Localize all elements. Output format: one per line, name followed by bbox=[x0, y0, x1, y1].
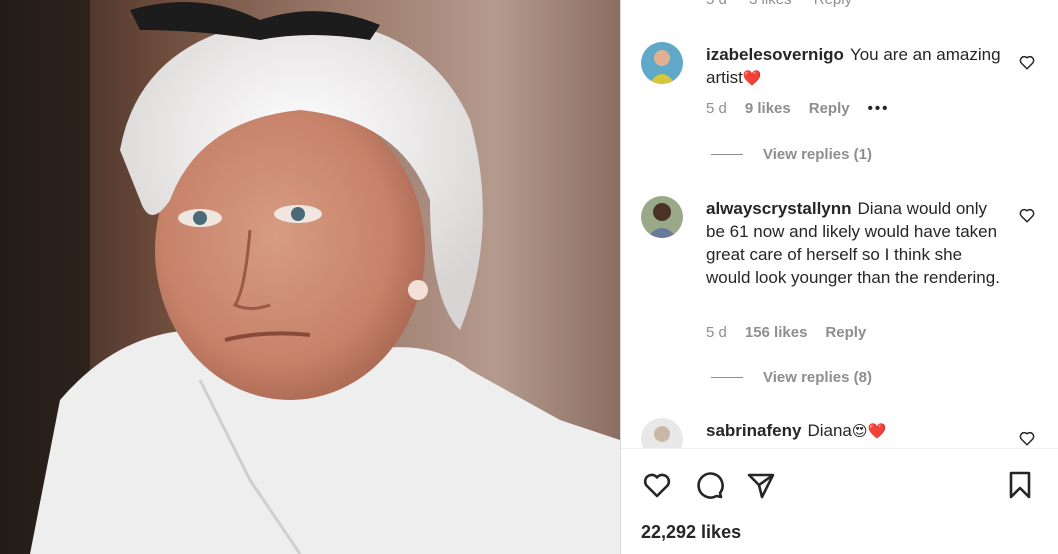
view-replies-button[interactable]: View replies (1) bbox=[711, 146, 872, 163]
comment-likes[interactable]: 3 likes bbox=[749, 0, 792, 8]
comments-list[interactable]: 5 d 3 likes Reply izabelesovernigoYou ar… bbox=[621, 0, 1058, 448]
comment-text: alwayscrystallynn Diana would only be 61 … bbox=[706, 197, 1006, 289]
reply-button[interactable]: Reply bbox=[809, 100, 850, 117]
comment-age: 5 d bbox=[706, 100, 727, 117]
comment-icon[interactable] bbox=[693, 469, 725, 501]
like-comment-heart-icon[interactable] bbox=[1018, 429, 1036, 447]
view-replies-label: View replies (1) bbox=[763, 146, 872, 163]
comment-meta: 5 d 9 likes Reply ••• bbox=[706, 100, 907, 117]
view-replies-label: View replies (8) bbox=[763, 369, 872, 386]
comment-username[interactable]: alwayscrystallynn bbox=[706, 199, 852, 218]
comment-age: 5 d bbox=[706, 0, 727, 8]
avatar[interactable] bbox=[641, 196, 683, 238]
share-icon[interactable] bbox=[745, 469, 777, 501]
view-replies-line bbox=[711, 377, 743, 378]
avatar-image bbox=[641, 196, 683, 238]
bookmark-icon[interactable] bbox=[1004, 469, 1036, 501]
reply-button[interactable]: Reply bbox=[825, 324, 866, 341]
view-replies-line bbox=[711, 154, 743, 155]
comment-text: sabrinafeny Diana😍❤️ bbox=[706, 419, 1006, 443]
comment-likes[interactable]: 9 likes bbox=[745, 100, 791, 117]
view-replies-button[interactable]: View replies (8) bbox=[711, 369, 872, 386]
avatar[interactable] bbox=[641, 418, 683, 448]
post-photo[interactable] bbox=[0, 0, 620, 554]
portrait-image bbox=[0, 0, 620, 554]
like-comment-heart-icon[interactable] bbox=[1018, 206, 1036, 224]
avatar-image bbox=[641, 418, 683, 448]
post-likes-count[interactable]: 22,292 likes bbox=[641, 522, 741, 543]
comment-username[interactable]: sabrinafeny bbox=[706, 421, 801, 440]
avatar[interactable] bbox=[641, 42, 683, 84]
heart-eyes-emoji: 😍❤️ bbox=[851, 423, 887, 440]
comment-text: izabelesovernigo You are an amazing artis… bbox=[706, 43, 1006, 90]
comment-age: 5 d bbox=[706, 324, 727, 341]
reply-button[interactable]: Reply bbox=[814, 0, 852, 8]
avatar-image bbox=[641, 42, 683, 84]
heart-emoji: ❤️ bbox=[742, 70, 762, 87]
like-comment-heart-icon[interactable] bbox=[1018, 53, 1036, 71]
comment-meta: 5 d 156 likes Reply bbox=[706, 324, 884, 341]
heart-icon[interactable] bbox=[641, 469, 673, 501]
comment-body: Diana bbox=[807, 421, 852, 440]
comment-likes[interactable]: 156 likes bbox=[745, 324, 808, 341]
more-options-icon[interactable]: ••• bbox=[868, 100, 890, 117]
post-actions: 22,292 likes bbox=[621, 449, 1058, 554]
comment-meta-cut: 5 d 3 likes Reply bbox=[706, 0, 870, 8]
comment-username[interactable]: izabelesovernigo bbox=[706, 45, 844, 64]
